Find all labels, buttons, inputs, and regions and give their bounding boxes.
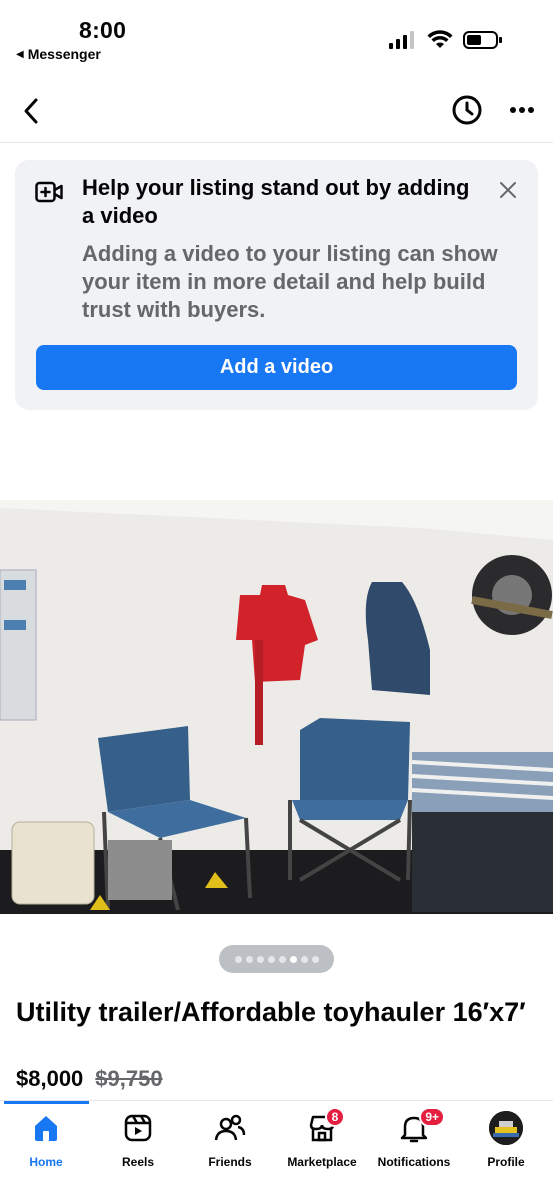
tab-profile[interactable]: Profile xyxy=(456,1111,553,1171)
close-icon[interactable] xyxy=(498,180,518,200)
tab-label: Profile xyxy=(487,1155,525,1169)
status-bar: 8:00 ◀ Messenger xyxy=(0,0,553,72)
carousel-dot xyxy=(311,955,319,963)
back-arrow-icon[interactable] xyxy=(18,94,48,128)
carousel-dot xyxy=(278,955,286,963)
tab-label: Reels xyxy=(121,1155,155,1169)
top-nav-bar xyxy=(0,80,553,143)
friends-icon xyxy=(214,1114,246,1141)
clock-time: 8:00 xyxy=(79,17,127,43)
carousel-dot xyxy=(289,955,297,963)
active-tab-indicator xyxy=(4,1101,89,1104)
tab-friends[interactable]: Friends xyxy=(180,1111,280,1171)
carousel-dot xyxy=(267,955,275,963)
tab-label: Notifications xyxy=(377,1155,451,1169)
tab-label: Marketplace xyxy=(287,1155,357,1169)
wifi-icon xyxy=(427,30,453,48)
tab-marketplace[interactable]: 8 Marketplace xyxy=(272,1107,372,1171)
trailer-interior-image xyxy=(0,500,553,914)
carousel-dot xyxy=(234,955,242,963)
carousel-dot xyxy=(300,955,308,963)
carousel-dot xyxy=(245,955,253,963)
listing-title: Utility trailer/Affordable toyhauler 16′… xyxy=(16,997,526,1027)
tab-reels[interactable]: Reels xyxy=(88,1111,188,1171)
carousel-dot xyxy=(256,955,264,963)
marketplace-badge: 8 xyxy=(325,1107,345,1127)
promo-title: Help your listing stand out by adding a … xyxy=(82,175,470,228)
carousel-indicator xyxy=(219,945,334,973)
reels-icon xyxy=(124,1114,152,1142)
back-triangle-icon: ◀ xyxy=(16,48,24,60)
tab-label: Home xyxy=(29,1155,63,1169)
add-video-icon xyxy=(35,181,63,203)
add-video-button[interactable]: Add a video xyxy=(36,345,517,390)
history-clock-icon[interactable] xyxy=(451,94,483,126)
system-icons xyxy=(389,30,503,50)
tab-label: Friends xyxy=(208,1155,252,1169)
cellular-signal-icon xyxy=(389,31,414,49)
notifications-badge: 9+ xyxy=(419,1107,445,1127)
home-icon xyxy=(35,1116,57,1141)
more-options-icon[interactable] xyxy=(509,100,535,120)
tab-notifications[interactable]: 9+ Notifications xyxy=(364,1107,464,1171)
avatar xyxy=(489,1111,523,1145)
original-price: $9,750 xyxy=(95,1066,163,1091)
listing-photo[interactable] xyxy=(0,500,553,914)
back-to-app-link[interactable]: ◀ Messenger xyxy=(16,46,101,62)
promo-description: Adding a video to your listing can show … xyxy=(82,241,498,322)
battery-icon xyxy=(463,31,502,49)
current-price: $8,000 xyxy=(16,1066,84,1091)
tab-home[interactable]: Home xyxy=(0,1111,96,1171)
back-app-label: Messenger xyxy=(27,46,101,62)
bottom-tab-bar: Home Reels Friends 8 Marketplace 9+ Noti… xyxy=(0,1100,553,1201)
add-video-promo-card: Help your listing stand out by adding a … xyxy=(15,160,538,410)
price-row: $8,000 $9,750 xyxy=(16,1066,163,1092)
